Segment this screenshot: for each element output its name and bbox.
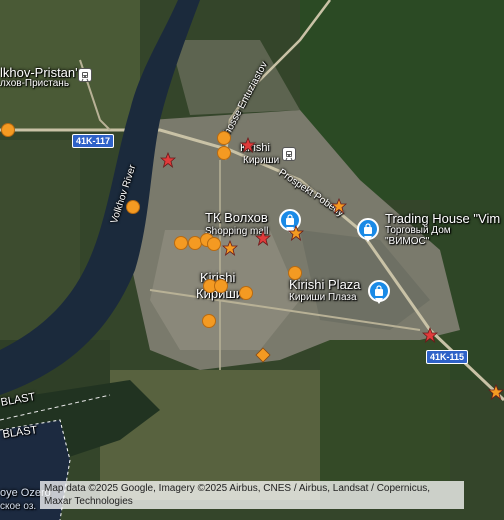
poi-label-kirishi-plaza: Kirishi Plaza	[289, 277, 361, 292]
map-marker-star[interactable]	[488, 384, 504, 400]
map-marker-diamond[interactable]	[255, 347, 271, 363]
road-shield-41k-115: 41K-115	[426, 350, 469, 364]
poi-label-trading-house: Trading House "Vim	[385, 211, 501, 226]
train-station-icon[interactable]	[78, 68, 92, 82]
map-marker-star[interactable]	[288, 225, 304, 241]
lake-label-ru: ское оз.	[0, 501, 37, 512]
map-attribution: Map data ©2025 Google, Imagery ©2025 Air…	[40, 481, 464, 509]
poi-label-trading-house-ru-1: Торговый Дом	[385, 225, 451, 236]
place-label-volkhov-pristan-ru: лхов-Пристань	[0, 78, 70, 89]
map-marker-circle[interactable]	[239, 286, 253, 300]
map-marker-circle[interactable]	[207, 237, 221, 251]
map-marker-circle[interactable]	[126, 200, 140, 214]
shopping-bag-icon[interactable]	[368, 280, 390, 304]
map-marker-star[interactable]	[331, 198, 347, 214]
attribution-text-continued: Technologies	[74, 496, 133, 507]
map-marker-circle[interactable]	[217, 146, 231, 160]
map-marker-star[interactable]	[222, 240, 238, 256]
shopping-bag-icon[interactable]	[357, 218, 379, 242]
road-shield-41k-117: 41K-117	[72, 134, 115, 148]
map-marker-circle[interactable]	[174, 236, 188, 250]
poi-label-tk-volkhov: ТК Волхов	[205, 210, 268, 225]
map-view[interactable]: lkhov-Pristan' лхов-Пристань 41K-117 41K…	[0, 0, 504, 520]
map-marker-circle[interactable]	[1, 123, 15, 137]
map-marker-star[interactable]	[240, 137, 256, 153]
station-label-kirishi-ru: Кириши	[243, 155, 280, 166]
map-marker-circle[interactable]	[214, 279, 228, 293]
poi-label-trading-house-ru-2: "ВИМОС"	[385, 236, 430, 247]
poi-label-kirishi-plaza-ru: Кириши Плаза	[289, 292, 357, 303]
map-marker-circle[interactable]	[217, 131, 231, 145]
map-marker-circle[interactable]	[202, 314, 216, 328]
map-marker-star[interactable]	[255, 230, 271, 246]
map-marker-star[interactable]	[422, 327, 438, 343]
map-marker-star[interactable]	[160, 152, 176, 168]
map-marker-circle[interactable]	[288, 266, 302, 280]
train-station-icon[interactable]	[282, 147, 296, 161]
